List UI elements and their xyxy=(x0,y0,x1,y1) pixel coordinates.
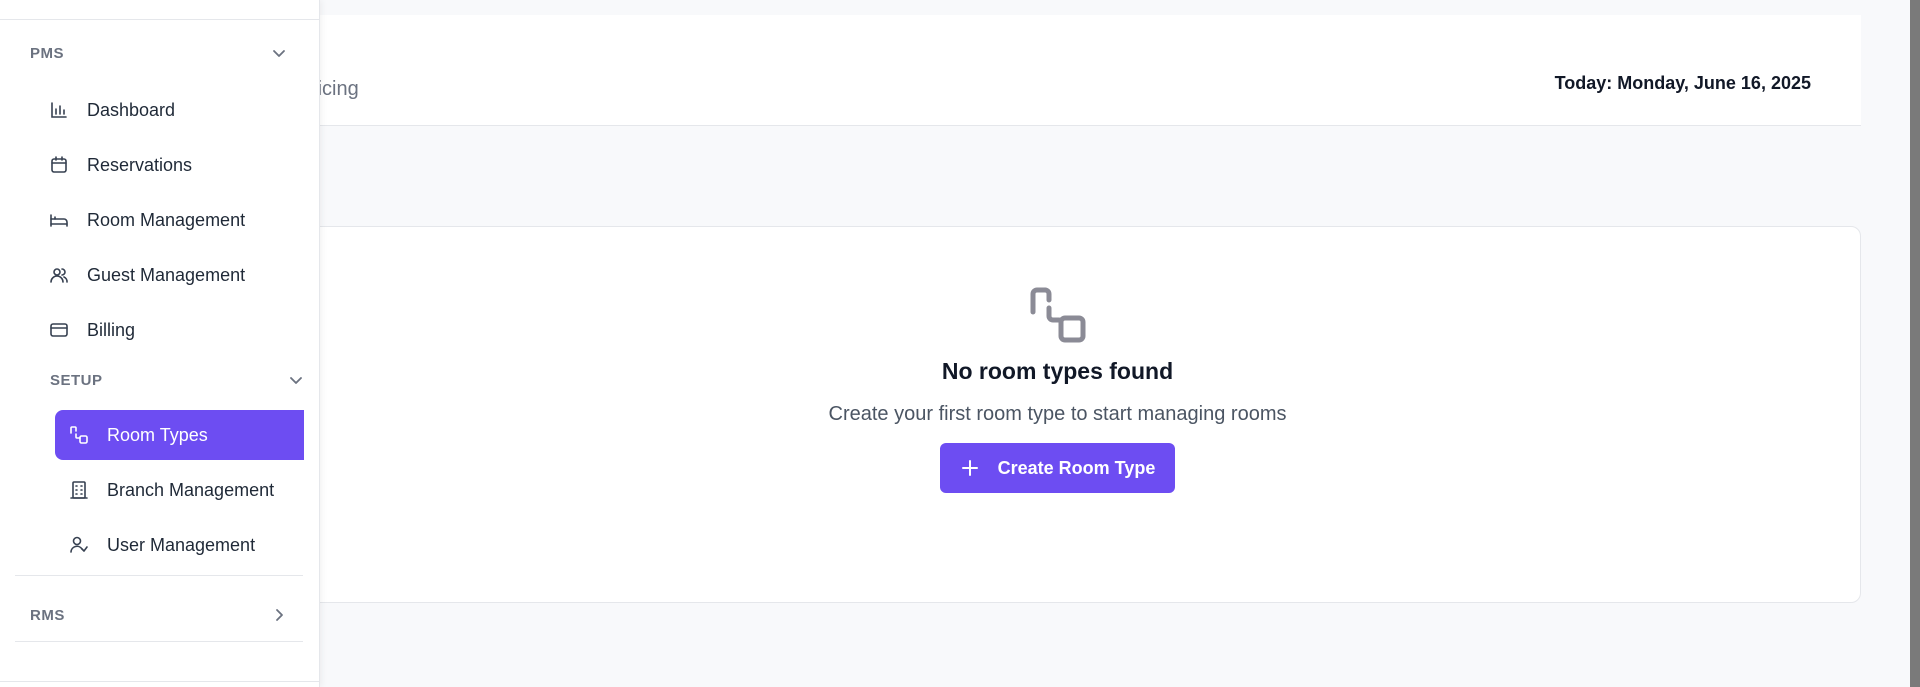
page-scrollbar-thumb[interactable] xyxy=(1910,0,1920,687)
user-check-icon xyxy=(70,536,88,553)
sidebar-item-user-management[interactable]: User Management xyxy=(55,520,304,570)
calendar-icon xyxy=(51,156,67,173)
room-types-icon xyxy=(1030,287,1085,343)
sidebar-item-label: Guest Management xyxy=(87,264,246,285)
empty-state-description: Create your first room type to start man… xyxy=(828,403,1287,425)
page-scrollbar[interactable] xyxy=(1910,0,1920,687)
bar-chart-icon xyxy=(51,102,67,118)
create-room-type-label: Create Room Type xyxy=(997,457,1156,478)
chevron-right-icon xyxy=(276,609,283,621)
plus-icon xyxy=(961,460,978,476)
section-setup-label: SETUP xyxy=(50,371,103,389)
sidebar-item-label: User Management xyxy=(107,534,256,555)
page-header: nd pricing Today: Monday, June 16, 2025 xyxy=(254,15,1861,126)
empty-state-card: No room types found Create your first ro… xyxy=(254,226,1861,603)
empty-state-title: No room types found xyxy=(941,358,1174,384)
sidebar-item-label: Reservations xyxy=(87,154,193,175)
sidebar-item-room-types[interactable]: Room Types xyxy=(55,410,304,460)
sidebar-item-billing[interactable]: Billing xyxy=(35,305,295,355)
credit-card-icon xyxy=(50,323,68,337)
building-icon xyxy=(70,481,88,499)
sidebar-item-label: Branch Management xyxy=(107,479,275,500)
sidebar-item-dashboard[interactable]: Dashboard xyxy=(35,85,295,135)
sidebar-divider xyxy=(15,575,303,576)
today-date: Today: Monday, June 16, 2025 xyxy=(1554,73,1811,93)
section-pms-label: PMS xyxy=(30,44,65,62)
section-setup[interactable]: SETUP xyxy=(50,371,305,389)
room-types-icon xyxy=(70,426,88,444)
chevron-down-icon xyxy=(273,50,285,57)
sidebar-item-branch-management[interactable]: Branch Management xyxy=(55,465,304,515)
sidebar-divider xyxy=(15,641,303,642)
sidebar-item-label: Room Management xyxy=(87,209,246,230)
create-room-type-button[interactable]: Create Room Type xyxy=(939,443,1176,493)
sidebar-item-label: Billing xyxy=(87,319,136,340)
sidebar-bottom-divider xyxy=(0,681,320,682)
sidebar-item-label: Room Types xyxy=(107,424,208,445)
sidebar-item-room-management[interactable]: Room Management xyxy=(35,195,295,245)
sidebar-top-divider xyxy=(0,19,320,20)
section-rms[interactable]: RMS xyxy=(30,606,288,624)
users-icon xyxy=(50,268,68,283)
sidebar: PMS Dashboard Reservations Room Manageme… xyxy=(0,0,320,687)
sidebar-item-label: Dashboard xyxy=(87,99,176,120)
sidebar-item-reservations[interactable]: Reservations xyxy=(35,140,295,190)
sidebar-item-guest-management[interactable]: Guest Management xyxy=(35,250,295,300)
bed-icon xyxy=(50,214,68,227)
section-rms-label: RMS xyxy=(30,606,65,624)
chevron-down-icon xyxy=(290,377,302,384)
section-pms[interactable]: PMS xyxy=(30,44,288,62)
